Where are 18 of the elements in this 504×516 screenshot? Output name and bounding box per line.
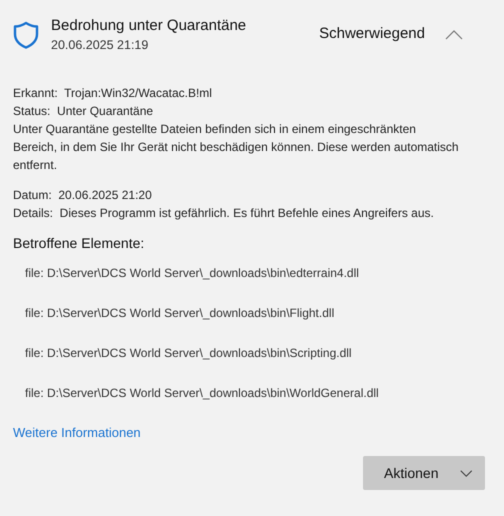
shield-icon [13,21,39,49]
more-info-link[interactable]: Weitere Informationen [13,425,141,440]
description-text: Unter Quarantäne gestellte Dateien befinden sich in einem eingeschränkten Bereich, in dem Sie Ihr Gerät nicht beschädigen können. Diese werden automatisch entfernt. [13,121,460,174]
info-line: Erkannt: Trojan:Win32/Wacatac.B!ml [13,85,212,102]
caret-icon[interactable] [445,30,463,40]
info-line: Datum: 20.06.2025 21:20 [13,187,152,204]
severity-label: Schwerwiegend [319,25,425,42]
file-path: file: D:\Server\DCS World Server\_downloads\bin\Flight.dll [25,305,334,322]
info-line: Details: Dieses Programm ist gefährlich. Es führt Befehle eines Angreifers aus. [13,205,434,222]
threat-title: Bedrohung unter Quarantäne [51,16,248,36]
info-line: Status: Unter Quarantäne [13,103,154,120]
actions-button[interactable]: Aktionen [363,456,485,490]
chevron-icon [460,468,473,478]
affected-heading: Betroffene Elemente: [13,234,144,253]
file-path: file: D:\Server\DCS World Server\_downloads\bin\Scripting.dll [25,345,352,362]
file-path: file: D:\Server\DCS World Server\_downloads\bin\edterrain4.dll [25,265,359,282]
file-path: file: D:\Server\DCS World Server\_downloads\bin\WorldGeneral.dll [25,385,379,402]
threat-date: 20.06.2025 21:19 [51,37,150,54]
